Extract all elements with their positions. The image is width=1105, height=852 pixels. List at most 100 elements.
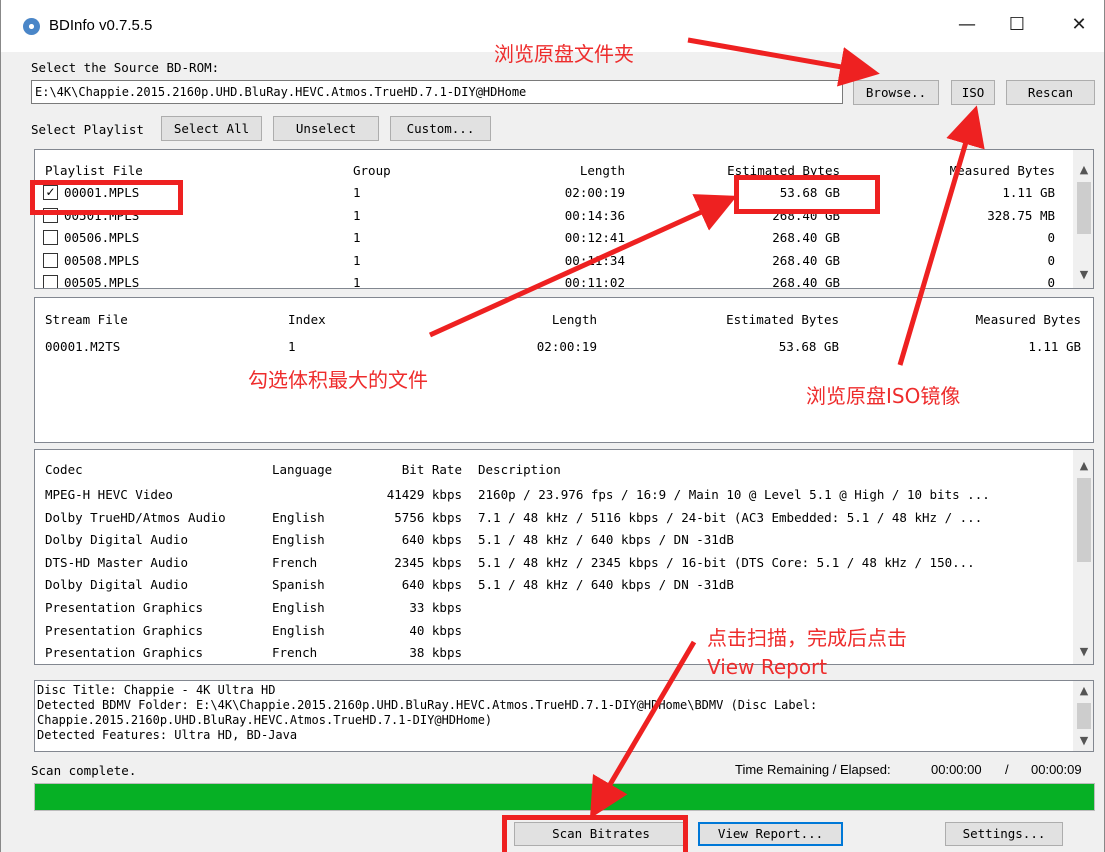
maximize-icon[interactable]: ☐: [994, 10, 1040, 40]
codec-row[interactable]: Presentation Graphics French 38 kbps: [35, 645, 1071, 664]
playlist-row[interactable]: ✓ 00001.MPLS 1 02:00:19 53.68 GB 1.11 GB: [35, 184, 1075, 204]
playlist-scrollbar[interactable]: ▲ ▼: [1073, 150, 1093, 288]
codec-row[interactable]: Presentation Graphics English 33 kbps: [35, 600, 1071, 620]
settings-button[interactable]: Settings...: [945, 822, 1063, 846]
codec-name: DTS-HD Master Audio: [45, 554, 188, 570]
scroll-up-icon[interactable]: ▲: [1074, 681, 1093, 701]
scroll-down-icon[interactable]: ▼: [1074, 265, 1093, 285]
playlist-checkbox[interactable]: [43, 230, 58, 245]
header-description[interactable]: Description: [478, 462, 561, 477]
header-language[interactable]: Language: [272, 462, 332, 477]
header-group[interactable]: Group: [353, 163, 391, 178]
scroll-down-icon[interactable]: ▼: [1074, 731, 1093, 751]
playlist-measured: 1.11 GB: [1002, 185, 1055, 200]
playlist-length: 00:11:34: [564, 252, 625, 268]
stream-list[interactable]: Stream File Index Length Estimated Bytes…: [34, 297, 1094, 443]
scrollbar-thumb[interactable]: [1077, 703, 1091, 729]
playlist-row[interactable]: 00505.MPLS 1 00:11:02 268.40 GB 0: [35, 274, 1075, 289]
codec-name: Presentation Graphics: [45, 645, 204, 661]
close-icon[interactable]: ✕: [1056, 10, 1102, 40]
scroll-up-icon[interactable]: ▲: [1074, 160, 1093, 180]
playlist-row[interactable]: 00508.MPLS 1 00:11:34 268.40 GB 0: [35, 252, 1075, 272]
codec-language: English: [272, 532, 325, 548]
annotation-click-scan: 点击扫描，完成后点击: [707, 626, 907, 650]
header-index[interactable]: Index: [288, 312, 326, 327]
time-elapsed: 00:00:09: [1031, 762, 1082, 777]
playlist-group: 1: [353, 275, 361, 289]
header-measured-bytes[interactable]: Measured Bytes: [895, 312, 1081, 327]
codec-name: MPEG-H HEVC Video: [45, 487, 173, 502]
playlist-measured: 0: [1047, 252, 1055, 268]
playlist-file: 00505.MPLS: [64, 275, 140, 289]
log-textbox[interactable]: Disc Title: Chappie - 4K Ultra HD Detecte…: [34, 680, 1094, 752]
playlist-estimated: 268.40 GB: [772, 275, 840, 289]
scroll-down-icon[interactable]: ▼: [1074, 642, 1093, 662]
time-label: Time Remaining / Elapsed:: [735, 762, 891, 777]
codec-row[interactable]: Dolby Digital Audio English 640 kbps 5.1 / …: [35, 532, 1071, 552]
codec-bitrate: 41429 kbps: [386, 487, 462, 502]
codec-language: French: [272, 645, 318, 661]
playlist-list[interactable]: Playlist File Group Length Estimated Byt…: [34, 149, 1094, 289]
annotation-browse-iso: 浏览原盘ISO镜像: [806, 384, 961, 408]
header-measured-bytes[interactable]: Measured Bytes: [895, 163, 1055, 178]
annotation-browse-folder: 浏览原盘文件夹: [494, 42, 634, 66]
stream-index: 1: [288, 339, 296, 354]
source-label: Select the Source BD-ROM:: [31, 60, 220, 75]
playlist-checkbox[interactable]: [43, 275, 58, 288]
iso-button[interactable]: ISO: [951, 80, 995, 105]
stream-file: 00001.M2TS: [45, 339, 121, 354]
playlist-header: Playlist File Group Length Estimated Byt…: [35, 163, 1075, 181]
codec-row[interactable]: Presentation Graphics English 40 kbps: [35, 623, 1071, 643]
source-path-input[interactable]: E:\4K\Chappie.2015.2160p.UHD.BluRay.HEVC…: [31, 80, 843, 104]
codec-row[interactable]: Dolby Digital Audio Spanish 640 kbps 5.1 / …: [35, 577, 1071, 597]
select-all-button[interactable]: Select All: [161, 116, 262, 141]
stream-header: Stream File Index Length Estimated Bytes…: [35, 312, 1093, 330]
header-codec[interactable]: Codec: [45, 462, 83, 477]
playlist-length: 02:00:19: [564, 185, 625, 200]
playlist-file: 00506.MPLS: [64, 230, 140, 245]
codec-list[interactable]: Codec Language Bit Rate Description MPEG…: [34, 449, 1094, 665]
header-length[interactable]: Length: [505, 163, 625, 178]
annotation-box-playlist: [30, 180, 183, 215]
window-title: BDInfo v0.7.5.5: [49, 17, 153, 34]
stream-row[interactable]: 00001.M2TS 1 02:00:19 53.68 GB 1.11 GB: [35, 339, 1093, 357]
playlist-checkbox[interactable]: [43, 252, 58, 268]
annotation-view-report: View Report: [707, 655, 828, 679]
scan-progress-bar: [34, 783, 1095, 811]
playlist-estimated: 268.40 GB: [772, 230, 840, 245]
scrollbar-thumb[interactable]: [1077, 182, 1091, 234]
codec-row[interactable]: Dolby TrueHD/Atmos Audio English 5756 kbps…: [35, 510, 1071, 530]
codec-description: 2160p / 23.976 fps / 16:9 / Main 10 @ Le…: [478, 487, 990, 502]
log-line: Chappie.2015.2160p.UHD.BluRay.HEVC.Atmos…: [37, 713, 493, 727]
codec-bitrate: 2345 kbps: [394, 554, 462, 570]
custom-button[interactable]: Custom...: [390, 116, 491, 141]
browse-button[interactable]: Browse..: [853, 80, 939, 105]
stream-measured: 1.11 GB: [1028, 339, 1081, 354]
playlist-row[interactable]: 00501.MPLS 1 00:14:36 268.40 GB 328.75 MB: [35, 207, 1075, 227]
codec-bitrate: 640 kbps: [401, 532, 462, 548]
minimize-icon[interactable]: —: [944, 10, 990, 40]
codec-row[interactable]: DTS-HD Master Audio French 2345 kbps 5.1 / …: [35, 555, 1071, 575]
codec-scrollbar[interactable]: ▲ ▼: [1073, 450, 1093, 664]
playlist-row[interactable]: 00506.MPLS 1 00:12:41 268.40 GB 0: [35, 229, 1075, 249]
header-playlist-file[interactable]: Playlist File: [45, 163, 143, 178]
header-stream-file[interactable]: Stream File: [45, 312, 128, 327]
log-scrollbar[interactable]: ▲ ▼: [1073, 681, 1093, 751]
scroll-up-icon[interactable]: ▲: [1074, 456, 1093, 476]
header-estimated-bytes[interactable]: Estimated Bytes: [675, 312, 839, 327]
playlist-group: 1: [353, 230, 361, 245]
unselect-button[interactable]: Unselect: [273, 116, 379, 141]
codec-row[interactable]: MPEG-H HEVC Video 41429 kbps 2160p / 23.97…: [35, 487, 1071, 507]
playlist-measured: 0: [1047, 275, 1055, 289]
codec-description: 5.1 / 48 kHz / 640 kbps / DN -31dB: [478, 577, 734, 593]
header-length[interactable]: Length: [475, 312, 597, 327]
codec-description: 7.1 / 48 kHz / 5116 kbps / 24-bit (AC3 E…: [478, 509, 983, 525]
codec-name: Presentation Graphics: [45, 622, 204, 638]
scrollbar-thumb[interactable]: [1077, 478, 1091, 562]
progress-fill: [35, 784, 1094, 810]
playlist-length: 00:14:36: [564, 207, 625, 223]
rescan-button[interactable]: Rescan: [1006, 80, 1095, 105]
header-bit-rate[interactable]: Bit Rate: [355, 462, 462, 477]
playlist-length: 00:11:02: [564, 275, 625, 289]
view-report-button[interactable]: View Report...: [698, 822, 843, 846]
